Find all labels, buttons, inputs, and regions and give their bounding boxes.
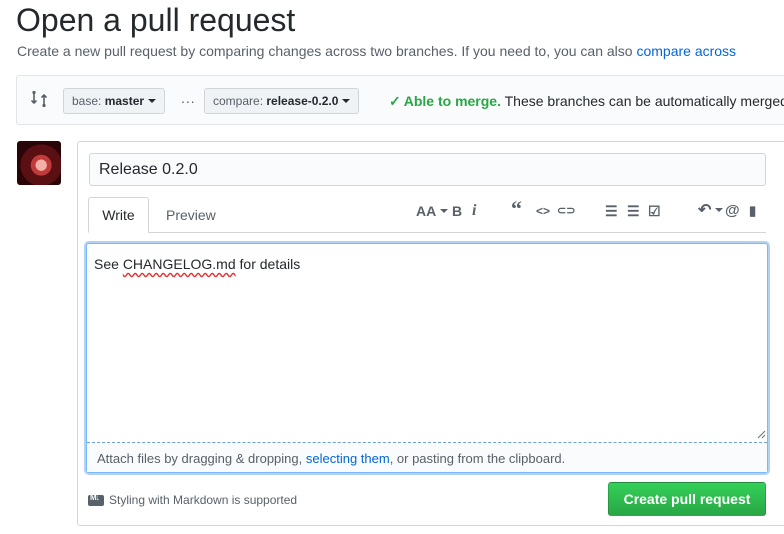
bulleted-list-icon[interactable]: ☰ [605, 202, 618, 220]
pr-body-misspelled-word: CHANGELOG.md [122, 256, 236, 272]
avatar[interactable] [17, 141, 61, 185]
compare-label: compare: [213, 94, 264, 108]
base-label: base: [72, 94, 102, 108]
header-text-glyph: AA [416, 203, 437, 219]
tab-preview[interactable]: Preview [166, 207, 216, 223]
compare-value: release-0.2.0 [266, 94, 339, 108]
compare-across-link[interactable]: compare across [636, 43, 736, 59]
markdown-icon [88, 493, 104, 506]
create-pull-request-button[interactable]: Create pull request [608, 482, 766, 516]
page-title: Open a pull request [16, 2, 296, 38]
pr-body-text: See CHANGELOG.md for details [94, 256, 300, 272]
attach-files-hint: Attach files by dragging & dropping, sel… [97, 451, 565, 466]
resize-handle-icon[interactable] [757, 430, 766, 439]
chevron-down-icon [342, 98, 351, 103]
markdown-note[interactable]: Styling with Markdown is supported [109, 493, 297, 507]
reference-icon[interactable]: ▮ [749, 202, 756, 220]
code-icon[interactable]: <> [536, 202, 550, 220]
chevron-down-icon [148, 98, 157, 103]
header-text-icon[interactable]: AA [416, 202, 449, 220]
compare-branch-select[interactable]: compare: release-0.2.0 [204, 88, 360, 114]
base-value: master [104, 94, 145, 108]
chevron-down-icon [715, 207, 724, 212]
chevron-down-icon [440, 209, 449, 214]
check-icon: ✓ [389, 93, 401, 109]
saved-reply-icon[interactable]: ↶ [698, 202, 724, 220]
pr-body-prefix: See [94, 256, 123, 272]
select-files-link[interactable]: selecting them [306, 451, 390, 466]
pr-body-textarea[interactable] [86, 243, 768, 473]
range-editor: base: master ... compare: release-0.2.0 … [16, 75, 784, 125]
base-branch-select[interactable]: base: master [63, 88, 166, 114]
page-subtitle: Create a new pull request by comparing c… [17, 42, 736, 60]
link-icon[interactable]: ⊂⊃ [557, 202, 575, 220]
saved-reply-glyph: ↶ [698, 202, 712, 219]
merge-status-detail: These branches can be automatically merg… [504, 93, 784, 109]
pr-body-suffix: for details [235, 256, 301, 272]
attach-prefix: Attach files by dragging & dropping, [97, 451, 306, 466]
range-ellipsis: ... [181, 90, 196, 106]
numbered-list-icon[interactable]: ☰ [627, 202, 640, 220]
compare-arrows-icon [31, 90, 47, 108]
attach-suffix: , or pasting from the clipboard. [389, 451, 566, 466]
italic-icon[interactable]: i [472, 202, 476, 220]
quote-icon[interactable]: “ [511, 198, 522, 220]
merge-status: ✓ Able to merge. These branches can be au… [389, 93, 784, 110]
task-list-icon[interactable]: ☑ [648, 202, 661, 220]
tabs-divider [149, 232, 766, 233]
subtitle-text: Create a new pull request by comparing c… [17, 43, 633, 59]
bold-icon[interactable]: B [452, 202, 462, 220]
tab-write[interactable]: Write [88, 197, 149, 233]
pr-title-input[interactable]: Release 0.2.0 [89, 153, 766, 186]
merge-status-label: Able to merge. [403, 93, 501, 109]
mention-icon[interactable]: @ [725, 202, 740, 220]
